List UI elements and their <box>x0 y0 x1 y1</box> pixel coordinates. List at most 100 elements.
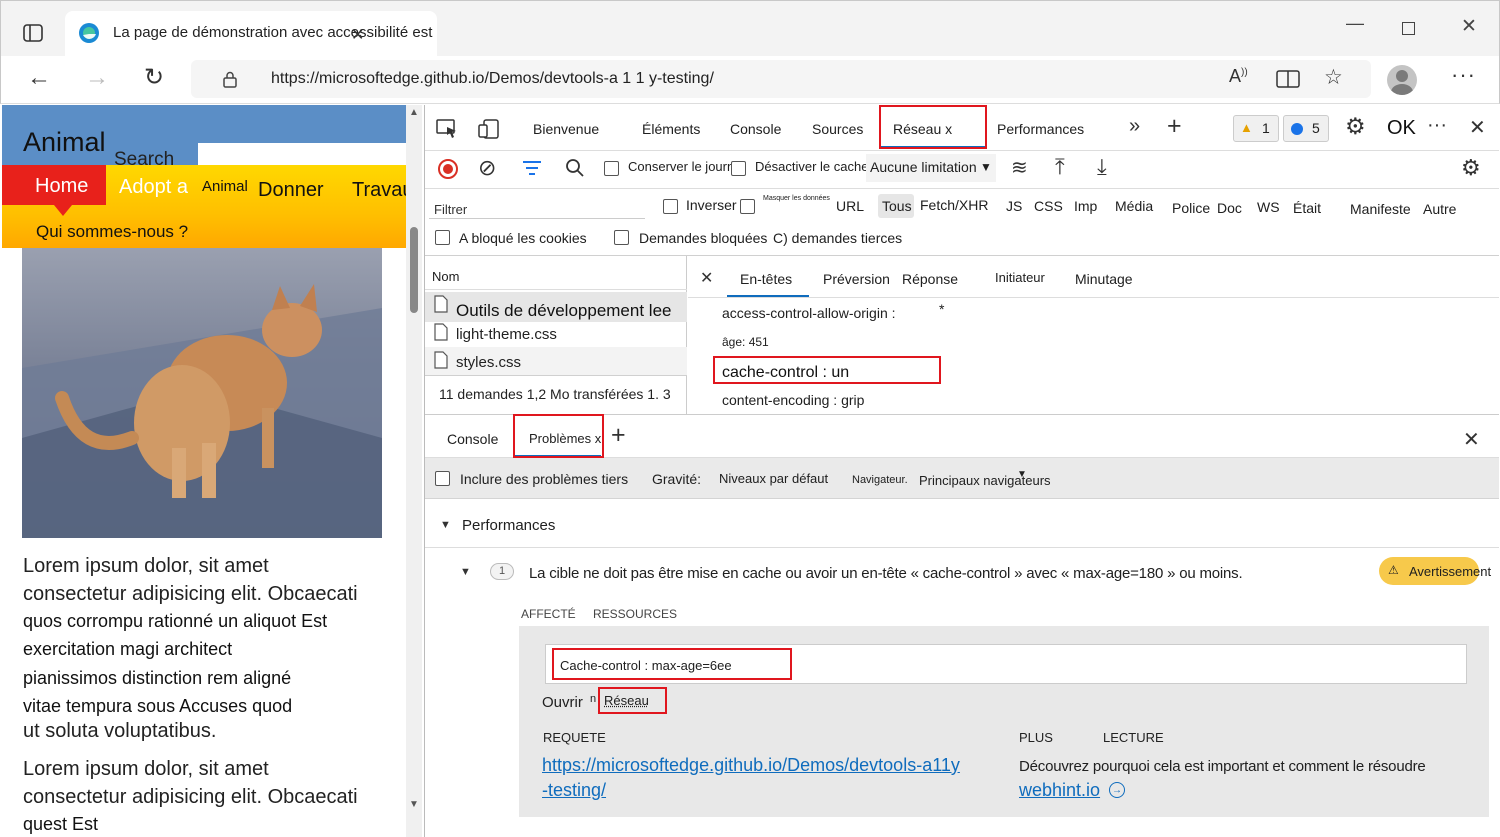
tab-initiator[interactable]: Initiateur <box>995 270 1045 285</box>
tab-performance[interactable]: Performances <box>997 121 1084 137</box>
messages-badge[interactable]: 5 <box>1283 115 1329 142</box>
minimize-icon[interactable]: — <box>1346 13 1364 34</box>
tab-headers[interactable]: En-têtes <box>740 271 792 287</box>
preserve-log-checkbox[interactable] <box>604 161 619 176</box>
type-media[interactable]: Média <box>1115 198 1153 214</box>
favorites-add-icon[interactable]: ☆ <box>1324 65 1343 90</box>
para1-line: consectetur adipisicing elit. Obcaecati <box>23 583 358 605</box>
nav-item-home[interactable]: Home <box>2 165 106 205</box>
network-conditions-icon[interactable]: ≋ <box>1011 155 1028 180</box>
import-har-icon[interactable]: ⤒ <box>1055 154 1065 180</box>
type-doc[interactable]: Doc <box>1217 200 1242 216</box>
browser-dropdown-icon[interactable]: ▼ <box>1017 469 1027 480</box>
refresh-icon[interactable]: ↻ <box>144 63 164 92</box>
url-field[interactable]: https://microsoftedge.github.io/Demos/de… <box>191 60 1371 98</box>
tab-preview[interactable]: Préversion <box>823 271 890 287</box>
forward-icon[interactable]: → <box>85 64 109 92</box>
request-name[interactable]: light-theme.css <box>456 326 557 343</box>
record-icon[interactable] <box>438 159 458 179</box>
devtools-more-icon[interactable]: ··· <box>1427 114 1447 137</box>
nav-item-donate[interactable]: Donner <box>258 179 324 202</box>
type-ws[interactable]: WS <box>1257 199 1280 215</box>
para1-line: exercitation magi architect <box>23 639 233 659</box>
severity-select[interactable]: Niveaux par défaut <box>719 471 828 486</box>
type-fetch[interactable]: Fetch/XHR <box>920 197 988 213</box>
inspect-icon[interactable] <box>435 117 459 141</box>
throttling-select[interactable]: Aucune limitation ▼ <box>866 154 996 182</box>
tab-welcome[interactable]: Bienvenue <box>533 121 599 137</box>
type-other[interactable]: Autre <box>1423 201 1456 217</box>
tab-sources[interactable]: Sources <box>812 121 863 137</box>
browser-select[interactable]: Principaux navigateurs <box>919 473 1051 488</box>
filter-icon[interactable] <box>521 158 543 178</box>
type-font[interactable]: Police <box>1172 200 1210 216</box>
drawer-tab-console[interactable]: Console <box>447 431 498 447</box>
avatar[interactable] <box>1387 65 1417 95</box>
warning-badge-icon: ⚠ <box>1388 563 1399 577</box>
tab-elements[interactable]: Éléments <box>642 121 700 137</box>
device-emulation-icon[interactable] <box>477 117 501 141</box>
nav-home-pointer <box>54 205 72 216</box>
affected-label: AFFECTÉ <box>521 607 576 621</box>
ok-label[interactable]: OK <box>1387 117 1416 140</box>
blocked-cookies-checkbox[interactable] <box>435 230 450 245</box>
settings-icon[interactable]: ⚙ <box>1345 113 1366 140</box>
url-filter[interactable]: URL <box>836 198 864 214</box>
close-details-icon[interactable]: ✕ <box>700 268 713 288</box>
disable-cache-checkbox[interactable] <box>731 161 746 176</box>
category-expand-icon[interactable]: ▼ <box>440 519 451 531</box>
read-aloud-icon[interactable]: A)) <box>1229 66 1248 87</box>
close-window-icon[interactable]: ✕ <box>1461 15 1477 38</box>
type-js[interactable]: JS <box>1006 198 1022 214</box>
external-link-icon[interactable]: → <box>1109 782 1125 798</box>
search-icon[interactable] <box>564 157 586 179</box>
more-menu-icon[interactable]: ··· <box>1451 62 1476 88</box>
tab-console[interactable]: Console <box>730 121 781 137</box>
issues-category-row[interactable] <box>425 500 1499 548</box>
nav-item-animal[interactable]: Animal <box>202 178 248 195</box>
drawer-add-tab-icon[interactable]: + <box>611 421 626 450</box>
warnings-count: 1 <box>1262 120 1270 136</box>
request-url-link[interactable]: https://microsoftedge.github.io/Demos/de… <box>542 755 960 776</box>
request-name[interactable]: styles.css <box>456 354 521 371</box>
filter-input[interactable]: Filtrer <box>429 195 645 219</box>
tab-response[interactable]: Réponse <box>902 271 958 287</box>
issue-expand-icon[interactable]: ▼ <box>460 566 471 578</box>
type-wasm[interactable]: Était <box>1293 200 1321 216</box>
maximize-icon[interactable] <box>1399 19 1417 37</box>
scroll-thumb[interactable] <box>410 227 418 313</box>
immersive-reader-icon[interactable] <box>1276 68 1300 90</box>
network-settings-icon[interactable]: ⚙ <box>1461 155 1481 181</box>
tab-timing[interactable]: Minutage <box>1075 271 1133 287</box>
scroll-down-icon[interactable]: ▼ <box>409 799 419 810</box>
nav-item-adopt[interactable]: Adopt a <box>119 176 188 199</box>
page-scrollbar[interactable]: ▲ ▼ <box>406 105 422 837</box>
search-input[interactable] <box>198 143 406 167</box>
type-all[interactable]: Tous <box>882 198 912 214</box>
scroll-up-icon[interactable]: ▲ <box>409 107 419 118</box>
close-devtools-icon[interactable]: ✕ <box>1469 115 1486 140</box>
more-tabs-icon[interactable]: » <box>1129 115 1140 138</box>
warnings-badge[interactable]: ▲ 1 <box>1233 115 1279 142</box>
hide-data-checkbox[interactable] <box>740 199 755 214</box>
include-third-party-checkbox[interactable] <box>435 471 450 486</box>
clear-icon[interactable]: ⊘ <box>478 155 496 181</box>
back-icon[interactable]: ← <box>27 64 51 92</box>
invert-checkbox[interactable] <box>663 199 678 214</box>
request-url-link-cont[interactable]: -testing/ <box>542 780 606 801</box>
blocked-requests-checkbox[interactable] <box>614 230 629 245</box>
close-drawer-icon[interactable]: ✕ <box>1463 427 1480 452</box>
webhint-link[interactable]: webhint.io <box>1019 780 1100 801</box>
type-img[interactable]: Imp <box>1074 198 1097 214</box>
export-har-icon[interactable]: ⤓ <box>1097 154 1107 180</box>
issue-title[interactable]: La cible ne doit pas être mise en cache … <box>529 565 1243 582</box>
nav-item-about[interactable]: Qui sommes-nous ? <box>36 222 188 242</box>
type-css[interactable]: CSS <box>1034 198 1063 214</box>
add-tab-icon[interactable]: + <box>1167 112 1182 141</box>
tab-actions-icon[interactable] <box>21 21 45 45</box>
page-logo: Animal <box>23 127 106 157</box>
tab-close-icon[interactable]: ✕ <box>351 25 364 45</box>
name-column-header[interactable]: Nom <box>425 256 687 290</box>
browser-tab[interactable]: La page de démonstration avec accessibil… <box>65 11 437 57</box>
type-manifest[interactable]: Manifeste <box>1350 201 1411 217</box>
